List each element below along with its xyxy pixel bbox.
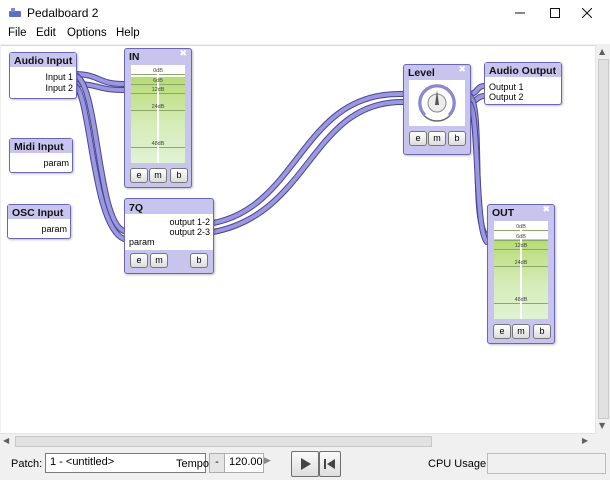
tempo-decrease-button[interactable]: - bbox=[209, 453, 225, 473]
level-close-icon[interactable]: ✖ bbox=[458, 65, 466, 75]
menu-bar: File Edit Options Help bbox=[0, 26, 610, 44]
seven-q-edit-button[interactable]: e bbox=[130, 253, 148, 268]
patch-label: Patch: bbox=[11, 458, 43, 470]
audio-output-port-2[interactable]: Output 2 bbox=[489, 92, 524, 102]
in-meter-bypass-button[interactable]: b bbox=[170, 168, 188, 183]
window-title: Pedalboard 2 bbox=[27, 6, 99, 20]
seven-q-mute-button[interactable]: m bbox=[150, 253, 168, 268]
menu-help[interactable]: Help bbox=[116, 27, 140, 39]
out-meter-label-24db: 24dB bbox=[514, 260, 528, 266]
in-meter-display: 0dB 6dB 12dB 24dB 48dB bbox=[131, 65, 185, 163]
scroll-down-icon[interactable]: ▼ bbox=[599, 421, 605, 430]
seven-q-input-param[interactable]: param bbox=[129, 237, 155, 247]
title-bar: Pedalboard 2 bbox=[0, 0, 610, 26]
level-mute-button[interactable]: m bbox=[428, 131, 446, 146]
out-meter-mute-button[interactable]: m bbox=[512, 324, 530, 339]
rewind-icon bbox=[324, 459, 335, 469]
cpu-usage-meter bbox=[487, 453, 606, 474]
app-icon bbox=[9, 8, 21, 17]
menu-options[interactable]: Options bbox=[67, 27, 107, 39]
in-meter-label-24db: 24dB bbox=[151, 104, 165, 110]
level-bypass-button[interactable]: b bbox=[448, 131, 466, 146]
seven-q-block[interactable]: 7Q output 1-2 output 2-3 param e m b bbox=[124, 198, 214, 274]
play-icon bbox=[301, 458, 311, 470]
audio-output-port-1[interactable]: Output 1 bbox=[489, 82, 524, 92]
out-meter-label-12db: 12dB bbox=[514, 243, 528, 249]
horizontal-scroll-thumb[interactable] bbox=[15, 436, 432, 447]
osc-input-port-param[interactable]: param bbox=[41, 224, 67, 234]
audio-input-port-1[interactable]: Input 1 bbox=[45, 72, 73, 82]
in-meter-close-icon[interactable]: ✖ bbox=[179, 49, 187, 59]
tempo-field[interactable]: 120.00 bbox=[224, 453, 264, 473]
audio-input-port-2[interactable]: Input 2 bbox=[45, 83, 73, 93]
midi-input-block[interactable]: Midi Input param bbox=[9, 138, 73, 173]
vertical-scrollbar[interactable]: ▲ ▼ bbox=[595, 45, 610, 433]
out-meter-block[interactable]: OUT ✖ 0dB 6dB 12dB 24dB 48dB e m b bbox=[487, 204, 555, 344]
audio-input-title: Audio Input bbox=[14, 55, 73, 67]
scroll-corner bbox=[596, 433, 610, 447]
seven-q-output-1[interactable]: output 1-2 bbox=[169, 217, 210, 227]
out-meter-label-0db: 0dB bbox=[516, 224, 526, 230]
patch-value: 1 - <untitled> bbox=[50, 456, 115, 468]
seven-q-bypass-button[interactable]: b bbox=[190, 253, 208, 268]
tempo-increase-icon[interactable]: ▶ bbox=[264, 456, 271, 466]
in-meter-edit-button[interactable]: e bbox=[130, 168, 148, 183]
seven-q-title: 7Q bbox=[129, 202, 144, 214]
out-meter-bypass-button[interactable]: b bbox=[533, 324, 551, 339]
audio-output-block[interactable]: Audio Output Output 1 Output 2 bbox=[484, 62, 562, 105]
scroll-up-icon[interactable]: ▲ bbox=[599, 47, 605, 56]
status-bar: Patch: 1 - <untitled> Tempo: - 120.00 ▶ … bbox=[0, 447, 610, 480]
tempo-label: Tempo: bbox=[176, 458, 213, 470]
scroll-right-icon[interactable]: ▶ bbox=[582, 436, 588, 445]
in-meter-label-0db: 0dB bbox=[153, 68, 163, 74]
out-meter-close-icon[interactable]: ✖ bbox=[542, 205, 550, 215]
maximize-icon bbox=[550, 8, 560, 18]
vertical-scroll-thumb[interactable] bbox=[598, 59, 609, 419]
level-edit-button[interactable]: e bbox=[409, 131, 427, 146]
cpu-usage-label: CPU Usage: bbox=[428, 458, 490, 470]
in-meter-block[interactable]: IN ✖ 0dB 6dB 12dB 24dB 48dB e m b bbox=[124, 48, 192, 188]
in-meter-label-12db: 12dB bbox=[151, 87, 165, 93]
out-meter-label-48db: 48dB bbox=[514, 297, 528, 303]
play-button[interactable] bbox=[291, 451, 319, 477]
patch-canvas[interactable]: Audio Input Input 1 Input 2 Midi Input p… bbox=[1, 45, 595, 434]
in-meter-label-48db: 48dB bbox=[151, 141, 165, 147]
scroll-left-icon[interactable]: ◀ bbox=[3, 436, 9, 445]
level-title: Level bbox=[408, 67, 435, 79]
midi-input-title: Midi Input bbox=[14, 141, 64, 153]
seven-q-output-2[interactable]: output 2-3 bbox=[169, 227, 210, 237]
osc-input-title: OSC Input bbox=[12, 207, 64, 219]
out-meter-edit-button[interactable]: e bbox=[493, 324, 511, 339]
out-meter-label-6db: 6dB bbox=[516, 234, 526, 240]
rewind-button[interactable] bbox=[319, 451, 341, 477]
audio-input-block[interactable]: Audio Input Input 1 Input 2 bbox=[9, 52, 77, 99]
audio-output-title: Audio Output bbox=[489, 65, 557, 77]
level-knob[interactable] bbox=[416, 82, 458, 124]
out-meter-title: OUT bbox=[492, 207, 515, 219]
close-button[interactable] bbox=[564, 0, 610, 26]
minimize-icon bbox=[515, 12, 525, 14]
in-meter-label-6db: 6dB bbox=[153, 78, 163, 84]
level-block[interactable]: Level ✖ e m b bbox=[403, 64, 471, 155]
in-meter-title: IN bbox=[129, 51, 140, 63]
menu-edit[interactable]: Edit bbox=[36, 27, 56, 39]
osc-input-block[interactable]: OSC Input param bbox=[7, 204, 71, 239]
menu-file[interactable]: File bbox=[8, 27, 27, 39]
tempo-value: 120.00 bbox=[229, 456, 263, 468]
horizontal-scrollbar[interactable]: ◀ ▶ bbox=[0, 433, 596, 448]
close-icon bbox=[582, 8, 592, 18]
midi-input-port-param[interactable]: param bbox=[43, 158, 69, 168]
out-meter-display: 0dB 6dB 12dB 24dB 48dB bbox=[494, 221, 548, 319]
in-meter-mute-button[interactable]: m bbox=[149, 168, 167, 183]
